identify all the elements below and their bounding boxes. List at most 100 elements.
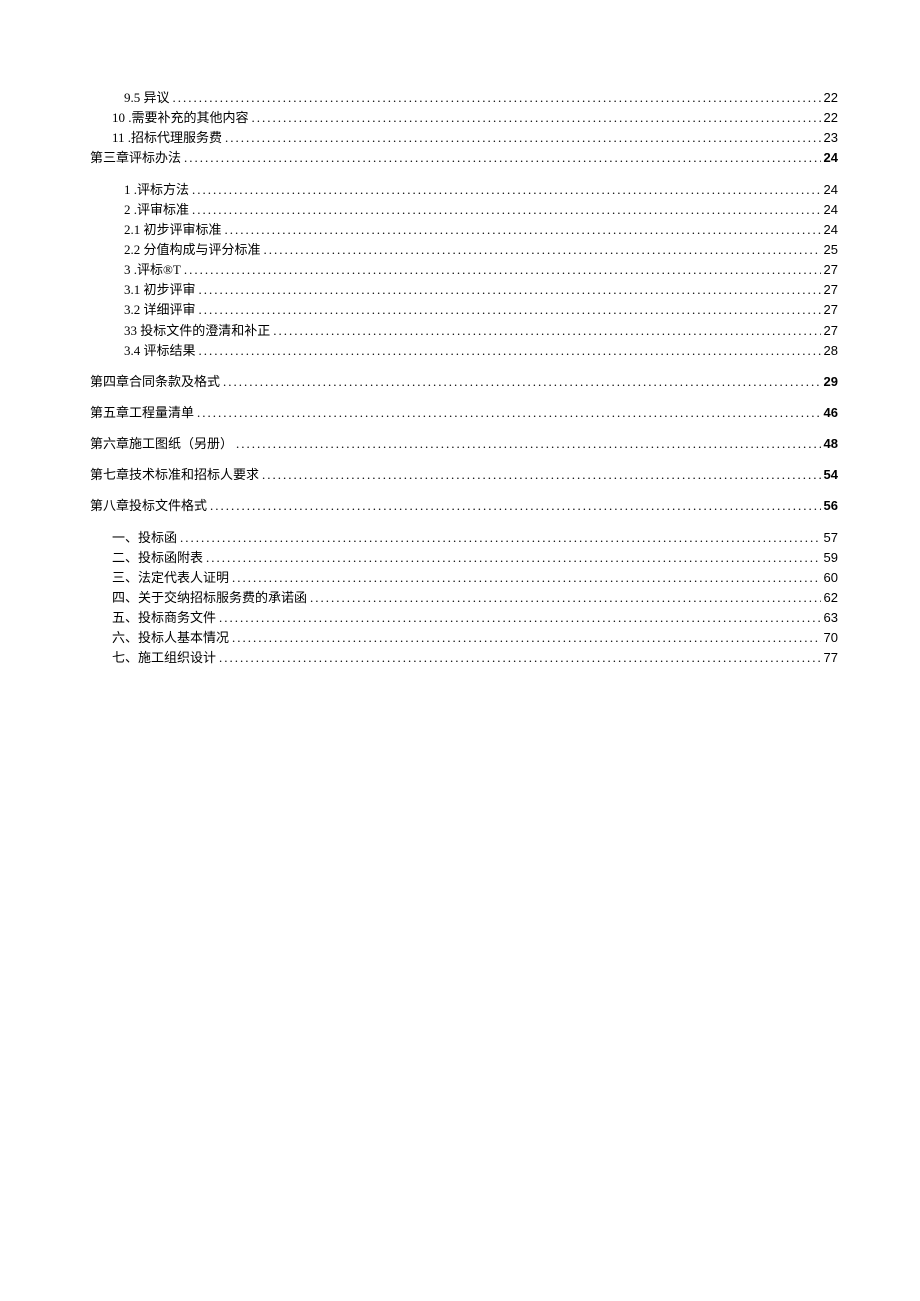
toc-entry-page: 48 xyxy=(824,434,838,454)
toc-entry-label: 9.5 异议 xyxy=(124,88,170,108)
toc-entry-page: 57 xyxy=(824,528,838,548)
toc-entry: 3 .评标®T27 xyxy=(90,260,838,280)
toc-entry-label: 第五章工程量清单 xyxy=(90,403,194,423)
toc-entry-label: 第四章合同条款及格式 xyxy=(90,372,220,392)
toc-leader-dots xyxy=(252,108,821,128)
toc-entry-label: 第八章投标文件格式 xyxy=(90,496,207,516)
toc-entry: 七、施工组织设计 77 xyxy=(90,648,838,668)
toc-entry-page: 24 xyxy=(824,148,838,168)
toc-leader-dots xyxy=(232,568,821,588)
toc-leader-dots xyxy=(180,528,821,548)
toc-entry-label: 10 .需要补充的其他内容 xyxy=(112,108,249,128)
toc-entry: 3.1 初步评审 27 xyxy=(90,280,838,300)
toc-entry-page: 27 xyxy=(824,260,838,280)
toc-entry-page: 46 xyxy=(824,403,838,423)
table-of-contents: 9.5 异议2210 .需要补充的其他内容2211 .招标代理服务费23第三章评… xyxy=(90,88,838,669)
toc-leader-dots xyxy=(262,465,821,485)
toc-entry-page: 23 xyxy=(824,128,838,148)
toc-entry: 五、投标商务文件 63 xyxy=(90,608,838,628)
toc-entry-page: 22 xyxy=(824,108,838,128)
toc-leader-dots xyxy=(210,496,821,516)
toc-entry-page: 24 xyxy=(824,180,838,200)
toc-leader-dots xyxy=(232,628,821,648)
toc-entry-label: 六、投标人基本情况 xyxy=(112,628,229,648)
toc-entry: 四、关于交纳招标服务费的承诺函 62 xyxy=(90,588,838,608)
toc-entry-page: 70 xyxy=(824,628,838,648)
toc-entry-label: 二、投标函附表 xyxy=(112,548,203,568)
toc-entry: 一、投标函 57 xyxy=(90,528,838,548)
toc-entry-page: 29 xyxy=(824,372,838,392)
toc-leader-dots xyxy=(199,341,821,361)
toc-entry-page: 28 xyxy=(824,341,838,361)
toc-entry-label: 第七章技术标准和招标人要求 xyxy=(90,465,259,485)
toc-entry-label: 第三章评标办法 xyxy=(90,148,181,168)
toc-leader-dots xyxy=(184,148,821,168)
toc-leader-dots xyxy=(199,280,821,300)
toc-entry-page: 24 xyxy=(824,220,838,240)
toc-leader-dots xyxy=(206,548,821,568)
toc-entry: 33 投标文件的澄清和补正 27 xyxy=(90,321,838,341)
toc-entry: 六、投标人基本情况 70 xyxy=(90,628,838,648)
toc-leader-dots xyxy=(225,128,821,148)
toc-entry: 9.5 异议 22 xyxy=(90,88,838,108)
toc-entry-label: 11 .招标代理服务费 xyxy=(112,128,222,148)
toc-entry-label: 33 投标文件的澄清和补正 xyxy=(124,321,270,341)
toc-entry: 2.1 初步评审标准 24 xyxy=(90,220,838,240)
toc-entry: 3.4 评标结果 28 xyxy=(90,341,838,361)
toc-leader-dots xyxy=(310,588,821,608)
toc-entry-label: 2.2 分值构成与评分标准 xyxy=(124,240,261,260)
toc-leader-dots xyxy=(236,434,821,454)
toc-leader-dots xyxy=(192,200,821,220)
toc-entry-label: 五、投标商务文件 xyxy=(112,608,216,628)
toc-entry-page: 62 xyxy=(824,588,838,608)
toc-entry: 第五章工程量清单 46 xyxy=(90,403,838,423)
toc-entry-page: 27 xyxy=(824,300,838,320)
toc-leader-dots xyxy=(199,300,821,320)
toc-entry-page: 24 xyxy=(824,200,838,220)
toc-entry: 1 .评标方法 24 xyxy=(90,180,838,200)
toc-entry-label: 3.4 评标结果 xyxy=(124,341,196,361)
toc-entry: 第六章施工图纸（另册） 48 xyxy=(90,434,838,454)
toc-entry: 第七章技术标准和招标人要求 54 xyxy=(90,465,838,485)
toc-entry: 11 .招标代理服务费 23 xyxy=(90,128,838,148)
toc-leader-dots xyxy=(219,648,821,668)
toc-entry: 第三章评标办法 24 xyxy=(90,148,838,168)
toc-leader-dots xyxy=(192,180,821,200)
toc-leader-dots xyxy=(219,608,821,628)
toc-entry-label: 第六章施工图纸（另册） xyxy=(90,434,233,454)
toc-entry-page: 63 xyxy=(824,608,838,628)
toc-entry-page: 25 xyxy=(824,240,838,260)
toc-entry-label: 3.1 初步评审 xyxy=(124,280,196,300)
toc-entry: 2.2 分值构成与评分标准 25 xyxy=(90,240,838,260)
toc-leader-dots xyxy=(223,372,821,392)
toc-entry: 3.2 详细评审 27 xyxy=(90,300,838,320)
toc-leader-dots xyxy=(197,403,821,423)
toc-entry-page: 22 xyxy=(824,88,838,108)
toc-leader-dots xyxy=(225,220,821,240)
toc-leader-dots xyxy=(264,240,821,260)
toc-entry-page: 27 xyxy=(824,280,838,300)
toc-entry-label: 3.2 详细评审 xyxy=(124,300,196,320)
toc-entry: 第四章合同条款及格式 29 xyxy=(90,372,838,392)
toc-entry-label: 2.1 初步评审标准 xyxy=(124,220,222,240)
toc-entry-label: 2 .评审标准 xyxy=(124,200,189,220)
toc-entry: 三、法定代表人证明 60 xyxy=(90,568,838,588)
toc-leader-dots xyxy=(184,260,821,280)
toc-entry: 10 .需要补充的其他内容 22 xyxy=(90,108,838,128)
toc-entry-label: 七、施工组织设计 xyxy=(112,648,216,668)
toc-entry: 第八章投标文件格式 56 xyxy=(90,496,838,516)
toc-entry-page: 54 xyxy=(824,465,838,485)
toc-entry-page: 56 xyxy=(824,496,838,516)
toc-entry-page: 59 xyxy=(824,548,838,568)
toc-entry-label: 三、法定代表人证明 xyxy=(112,568,229,588)
toc-entry-page: 60 xyxy=(824,568,838,588)
toc-entry-page: 77 xyxy=(824,648,838,668)
toc-entry-label: 1 .评标方法 xyxy=(124,180,189,200)
toc-entry-label: 一、投标函 xyxy=(112,528,177,548)
toc-entry-page: 27 xyxy=(824,321,838,341)
toc-leader-dots xyxy=(173,88,821,108)
toc-entry: 二、投标函附表 59 xyxy=(90,548,838,568)
toc-leader-dots xyxy=(273,321,820,341)
toc-entry: 2 .评审标准 24 xyxy=(90,200,838,220)
toc-entry-label: 四、关于交纳招标服务费的承诺函 xyxy=(112,588,307,608)
